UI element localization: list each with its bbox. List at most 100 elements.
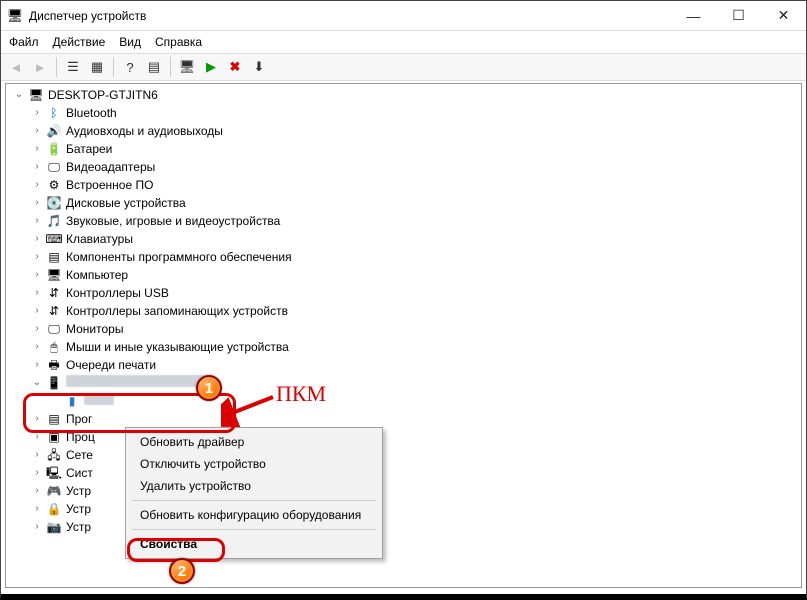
annotation-badge-1: 1 <box>196 375 222 401</box>
tree-root-label: DESKTOP-GTJITN6 <box>46 86 158 104</box>
expand-icon[interactable]: › <box>30 122 44 140</box>
window-title: Диспетчер устройств <box>29 9 671 23</box>
tree-item-storage[interactable]: ›⇵Контроллеры запоминающих устройств <box>8 302 801 320</box>
tree-item-audio[interactable]: ›🔊Аудиовходы и аудиовыходы <box>8 122 801 140</box>
tree-item-monitor[interactable]: ›🖵Мониторы <box>8 320 801 338</box>
printer-icon: 🖶 <box>46 357 62 373</box>
cm-separator <box>132 529 376 530</box>
hid-icon: 🎮 <box>46 483 62 499</box>
tree-item-bluetooth[interactable]: ›ᛒBluetooth <box>8 104 801 122</box>
expand-icon[interactable]: › <box>30 176 44 194</box>
tree-root[interactable]: ⌄ 🖥 DESKTOP-GTJITN6 <box>8 86 801 104</box>
usb-icon: ⇵ <box>46 285 62 301</box>
expand-icon[interactable]: › <box>30 212 44 230</box>
expand-icon[interactable]: › <box>30 158 44 176</box>
expand-icon[interactable]: › <box>30 518 44 536</box>
expand-icon[interactable]: › <box>30 410 44 428</box>
update-button[interactable]: ⬇ <box>248 56 270 78</box>
cm-update-driver[interactable]: Обновить драйвер <box>128 431 380 453</box>
menu-file[interactable]: Файл <box>9 35 39 49</box>
expand-icon[interactable]: › <box>30 320 44 338</box>
expand-icon[interactable]: › <box>30 338 44 356</box>
system-icon: 🖳 <box>46 465 62 481</box>
view-details-button[interactable]: ▦ <box>86 56 108 78</box>
tree-label: Мыши и иные указывающие устройства <box>64 338 289 356</box>
tree-item-portable[interactable]: ⌄ 📱 <box>8 374 801 392</box>
expand-icon[interactable]: › <box>30 266 44 284</box>
computer-icon: 🖥 <box>28 87 44 103</box>
tree-label: Устр <box>64 518 91 536</box>
expand-icon[interactable]: › <box>30 464 44 482</box>
expand-icon[interactable]: › <box>30 230 44 248</box>
properties-button[interactable]: ▤ <box>143 56 165 78</box>
tree-label: Прог <box>64 410 92 428</box>
close-button[interactable]: ✕ <box>761 1 806 30</box>
tree-item-usb[interactable]: ›⇵Контроллеры USB <box>8 284 801 302</box>
expand-icon[interactable]: › <box>30 500 44 518</box>
scan-hw-button[interactable]: 🖥 <box>176 56 198 78</box>
cm-properties[interactable]: Свойства <box>128 533 380 555</box>
tree-item-software[interactable]: ›▤Компоненты программного обеспечения <box>8 248 801 266</box>
expand-icon[interactable]: › <box>30 446 44 464</box>
uninstall-button[interactable]: ✖ <box>224 56 246 78</box>
expand-icon[interactable]: › <box>30 194 44 212</box>
tree-label: Батареи <box>64 140 112 158</box>
bluetooth-icon: ᛒ <box>46 105 62 121</box>
collapse-icon[interactable]: ⌄ <box>30 374 44 392</box>
firmware-icon: ⚙ <box>46 177 62 193</box>
expand-icon[interactable]: › <box>30 284 44 302</box>
menu-action[interactable]: Действие <box>53 35 106 49</box>
tree-item-computer[interactable]: ›🖥Компьютер <box>8 266 801 284</box>
view-list-button[interactable]: ☰ <box>62 56 84 78</box>
expand-icon[interactable]: › <box>30 248 44 266</box>
tree-label-blurred <box>82 392 114 410</box>
expand-icon[interactable]: › <box>30 104 44 122</box>
tree-item-battery[interactable]: ›🔋Батареи <box>8 140 801 158</box>
net-icon: 🖧 <box>46 447 62 463</box>
expand-icon[interactable]: › <box>30 302 44 320</box>
tree-item-firmware[interactable]: ›⚙Встроенное ПО <box>8 176 801 194</box>
cm-scan-hardware[interactable]: Обновить конфигурацию оборудования <box>128 504 380 526</box>
tree-label: Аудиовходы и аудиовыходы <box>64 122 223 140</box>
tree-label: Контроллеры запоминающих устройств <box>64 302 288 320</box>
tree-label: Мониторы <box>64 320 123 338</box>
tree-item-video[interactable]: ›🖵Видеоадаптеры <box>8 158 801 176</box>
storage-icon: ⇵ <box>46 303 62 319</box>
monitor-icon: 🖵 <box>46 321 62 337</box>
titlebar: 🖥 Диспетчер устройств — ☐ ✕ <box>1 1 806 31</box>
device-manager-window: 🖥 Диспетчер устройств — ☐ ✕ Файл Действи… <box>0 0 807 600</box>
tree-label: Звуковые, игровые и видеоустройства <box>64 212 280 230</box>
cm-delete-device[interactable]: Удалить устройство <box>128 475 380 497</box>
help-button[interactable]: ? <box>119 56 141 78</box>
menu-help[interactable]: Справка <box>155 35 202 49</box>
tree-item-printer[interactable]: ›🖶Очереди печати <box>8 356 801 374</box>
minimize-button[interactable]: — <box>671 1 716 30</box>
annotation-rmb-label: ПКМ <box>276 381 326 407</box>
security-icon: 🔒 <box>46 501 62 517</box>
cm-disable-device[interactable]: Отключить устройство <box>128 453 380 475</box>
back-button[interactable]: ◄ <box>5 56 27 78</box>
expand-icon[interactable]: › <box>30 482 44 500</box>
tree-item-mouse[interactable]: ›🖱Мыши и иные указывающие устройства <box>8 338 801 356</box>
disk-icon: 💽 <box>46 195 62 211</box>
tree-item-keyboard[interactable]: ›⌨Клавиатуры <box>8 230 801 248</box>
forward-button[interactable]: ► <box>29 56 51 78</box>
tree-label: Клавиатуры <box>64 230 133 248</box>
audio-icon: 🔊 <box>46 123 62 139</box>
device-icon: ▮ <box>64 393 80 409</box>
maximize-button[interactable]: ☐ <box>716 1 761 30</box>
expand-icon[interactable]: › <box>30 140 44 158</box>
tree-item-below[interactable]: ›▤Прог <box>8 410 801 428</box>
tree-item-sound[interactable]: ›🎵Звуковые, игровые и видеоустройства <box>8 212 801 230</box>
cpu-icon: ▣ <box>46 429 62 445</box>
tree-item-disk[interactable]: ›💽Дисковые устройства <box>8 194 801 212</box>
context-menu: Обновить драйвер Отключить устройство Уд… <box>125 427 383 559</box>
expand-icon[interactable]: › <box>30 356 44 374</box>
tree-item-portable-child[interactable]: · ▮ <box>8 392 801 410</box>
tree-label: Bluetooth <box>64 104 117 122</box>
menu-view[interactable]: Вид <box>119 35 141 49</box>
enable-button[interactable]: ▶ <box>200 56 222 78</box>
collapse-icon[interactable]: ⌄ <box>12 86 26 104</box>
expand-icon[interactable]: › <box>30 428 44 446</box>
keyboard-icon: ⌨ <box>46 231 62 247</box>
